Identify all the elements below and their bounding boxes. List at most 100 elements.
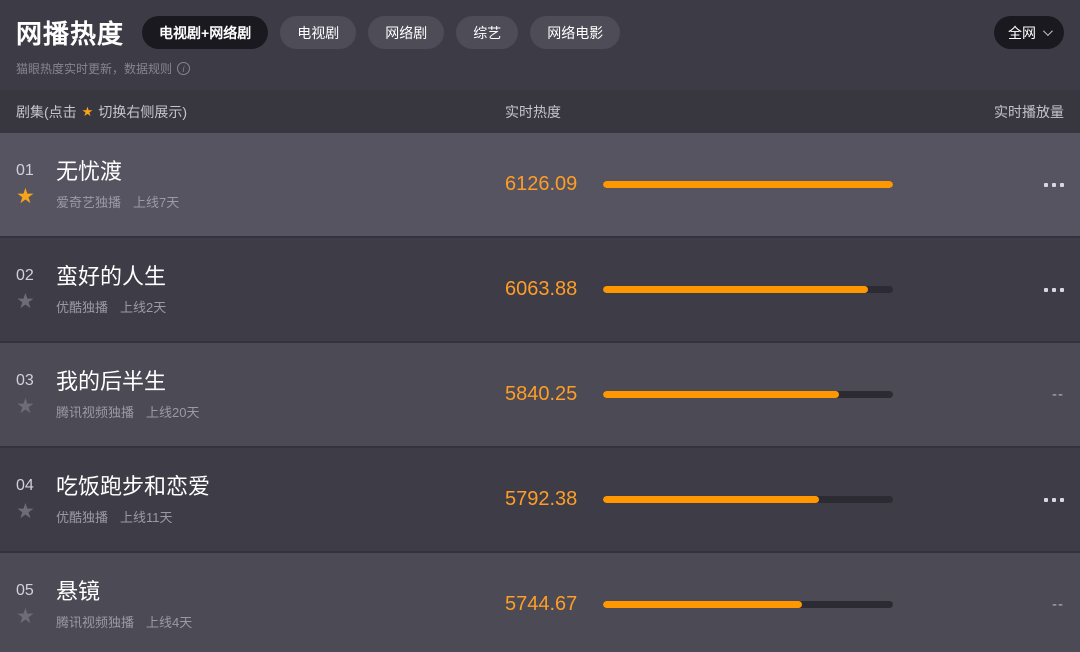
table-row[interactable]: 03 ★ 我的后半生 腾讯视频独播 上线20天 5840.25 -- <box>0 343 1080 446</box>
info-icon[interactable]: i <box>177 62 191 75</box>
heat-bar-fill <box>603 496 820 503</box>
plays-cell <box>893 182 1064 187</box>
online-days-label: 上线7天 <box>133 194 180 210</box>
loading-dot <box>1044 287 1048 292</box>
table-row[interactable]: 02 ★ 蛮好的人生 优酷独播 上线2天 6063.88 <box>0 238 1080 341</box>
star-icon: ★ <box>81 103 94 119</box>
heat-bar-fill <box>603 391 840 398</box>
loading-dot <box>1044 182 1048 187</box>
rank-number: 02 <box>16 267 34 284</box>
online-days-label: 上线2天 <box>120 299 167 315</box>
tab[interactable]: 电视剧 <box>280 16 357 49</box>
table-row[interactable]: 01 ★ 无忧渡 爱奇艺独播 上线7天 6126.09 <box>0 133 1080 236</box>
series-info: 蛮好的人生 优酷独播 上线2天 <box>56 264 505 316</box>
rank-number: 03 <box>16 372 34 389</box>
plays-cell: -- <box>1052 596 1064 613</box>
heat-value: 5792.38 <box>505 488 578 510</box>
data-rules-link[interactable]: 数据规则 <box>124 60 172 77</box>
series-meta: 爱奇艺独播 上线7天 <box>56 192 505 211</box>
platform-label: 爱奇艺独播 <box>56 194 122 210</box>
page-header: 网播热度 电视剧+网络剧 电视剧 网络剧 综艺 网络电影 全网 猫眼热度实时更新… <box>0 0 1080 90</box>
heat-bar-cell <box>603 286 893 293</box>
platform-label: 优酷独播 <box>56 509 109 525</box>
series-title[interactable]: 无忧渡 <box>56 159 505 185</box>
star-icon[interactable]: ★ <box>16 395 56 419</box>
heat-value: 6063.88 <box>505 278 578 300</box>
rank-number: 01 <box>16 162 34 179</box>
series-title[interactable]: 蛮好的人生 <box>56 264 505 290</box>
series-meta: 优酷独播 上线11天 <box>56 507 505 526</box>
platform-label: 腾讯视频独播 <box>56 614 135 630</box>
heat-cell: 5744.67 <box>505 593 603 616</box>
star-icon[interactable]: ★ <box>16 500 56 524</box>
star-icon[interactable]: ★ <box>16 185 56 209</box>
heat-cell: 5792.38 <box>505 488 603 511</box>
online-days-label: 上线4天 <box>146 614 193 630</box>
plays-cell <box>893 497 1064 502</box>
heat-bar-cell <box>603 391 893 398</box>
network-filter-label: 全网 <box>1008 24 1036 41</box>
series-meta: 腾讯视频独播 上线20天 <box>56 402 505 421</box>
series-meta: 优酷独播 上线2天 <box>56 297 505 316</box>
series-title[interactable]: 我的后半生 <box>56 369 505 395</box>
page-title: 网播热度 <box>16 19 125 49</box>
tab-label: 综艺 <box>473 24 502 41</box>
heat-value: 5840.25 <box>505 383 578 405</box>
chevron-down-icon <box>1042 26 1053 37</box>
rank-column: 03 ★ <box>16 370 56 419</box>
rank-column: 04 ★ <box>16 475 56 524</box>
series-title[interactable]: 悬镜 <box>56 579 505 605</box>
heat-value: 5744.67 <box>505 593 578 615</box>
heat-cell: 6063.88 <box>505 278 603 301</box>
rank-number: 04 <box>16 477 34 494</box>
platform-label: 腾讯视频独播 <box>56 404 135 420</box>
heat-bar-track <box>603 286 893 293</box>
subtitle: 猫眼热度实时更新， 数据规则 i <box>16 60 1064 77</box>
tab-label: 电视剧+网络剧 <box>159 24 252 41</box>
series-info: 悬镜 腾讯视频独播 上线4天 <box>56 579 505 631</box>
tab-label: 网络剧 <box>385 24 428 41</box>
heat-bar-fill <box>603 181 893 188</box>
tab[interactable]: 网络剧 <box>368 16 445 49</box>
series-title[interactable]: 吃饭跑步和恋爱 <box>56 474 505 500</box>
rank-number: 05 <box>16 582 34 599</box>
heat-cell: 5840.25 <box>505 383 603 406</box>
series-header-prefix: 剧集(点击 <box>16 103 77 120</box>
series-header-suffix: 切换右侧展示) <box>98 103 187 120</box>
ranking-list: 01 ★ 无忧渡 爱奇艺独播 上线7天 6126.09 02 ★ 蛮好的人生 优酷… <box>0 133 1080 652</box>
loading-dot <box>1044 497 1048 502</box>
heat-bar-track <box>603 181 893 188</box>
rank-column: 02 ★ <box>16 265 56 314</box>
table-row[interactable]: 04 ★ 吃饭跑步和恋爱 优酷独播 上线11天 5792.38 <box>0 448 1080 551</box>
plays-cell <box>893 287 1064 292</box>
star-icon[interactable]: ★ <box>16 290 56 314</box>
loading-dot <box>1060 497 1064 502</box>
table-row[interactable]: 05 ★ 悬镜 腾讯视频独播 上线4天 5744.67 -- <box>0 553 1080 652</box>
platform-label: 优酷独播 <box>56 299 109 315</box>
loading-dot <box>1052 287 1056 292</box>
tab-label: 电视剧 <box>297 24 340 41</box>
tab[interactable]: 电视剧+网络剧 <box>142 16 269 49</box>
network-filter-dropdown[interactable]: 全网 <box>994 16 1064 49</box>
loading-dot <box>1060 287 1064 292</box>
subtitle-text: 猫眼热度实时更新， <box>16 62 125 76</box>
series-info: 我的后半生 腾讯视频独播 上线20天 <box>56 369 505 421</box>
heat-bar-track <box>603 391 893 398</box>
tab[interactable]: 网络电影 <box>530 16 621 49</box>
heat-bar-fill <box>603 286 869 293</box>
series-info: 无忧渡 爱奇艺独播 上线7天 <box>56 159 505 211</box>
loading-dot <box>1052 182 1056 187</box>
tab-bar: 电视剧+网络剧 电视剧 网络剧 综艺 网络电影 <box>142 16 621 49</box>
heat-bar-track <box>603 601 893 608</box>
heat-bar-cell <box>603 601 893 608</box>
heat-cell: 6126.09 <box>505 173 603 196</box>
heat-bar-fill <box>603 601 802 608</box>
tab[interactable]: 综艺 <box>456 16 519 49</box>
tab-label: 网络电影 <box>547 24 604 41</box>
header-top: 网播热度 电视剧+网络剧 电视剧 网络剧 综艺 网络电影 全网 <box>16 14 1064 51</box>
plays-cell: -- <box>1052 386 1064 403</box>
table-header: 剧集(点击 ★ 切换右侧展示) 实时热度 实时播放量 <box>0 90 1080 133</box>
series-info: 吃饭跑步和恋爱 优酷独播 上线11天 <box>56 474 505 526</box>
column-header-heat: 实时热度 <box>505 103 561 120</box>
star-icon[interactable]: ★ <box>16 605 56 629</box>
